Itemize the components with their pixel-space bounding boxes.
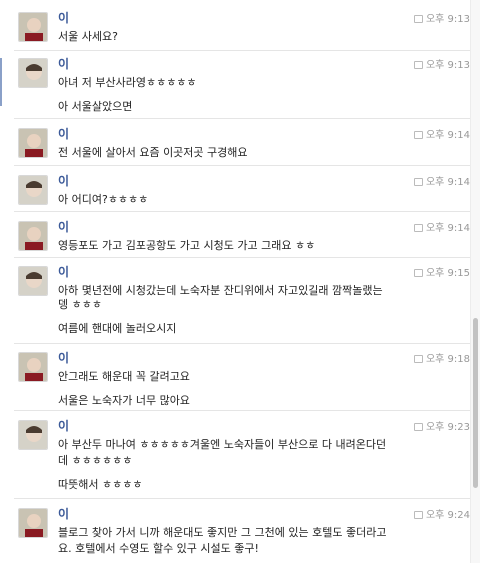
- message-text: 아하 몇년전에 시청갔는데 노숙자분 잔디위에서 자고있길래 깜짝놀랬는: [58, 284, 383, 297]
- checkbox-icon[interactable]: [413, 511, 423, 519]
- timestamp: 오후 9:14: [413, 219, 470, 234]
- scrollbar-thumb[interactable]: [473, 318, 478, 488]
- timestamp: 오후 9:23: [413, 418, 470, 433]
- divider: [14, 118, 470, 119]
- sender-name[interactable]: 이: [58, 125, 69, 142]
- checkbox-icon[interactable]: [413, 423, 423, 431]
- checkbox-icon[interactable]: [413, 224, 423, 232]
- timestamp: 오후 9:24: [413, 506, 470, 521]
- message-text: 서울 사세요?: [58, 30, 118, 43]
- divider: [14, 165, 470, 166]
- checkbox-icon[interactable]: [413, 269, 423, 277]
- message-text: 아녀 저 부산사라영ㅎㅎㅎㅎㅎ: [58, 76, 197, 89]
- message-text: 따뜻해서 ㅎㅎㅎㅎ: [58, 478, 143, 491]
- sender-name[interactable]: 이: [58, 172, 69, 189]
- avatar-photo-icon[interactable]: [18, 128, 48, 158]
- sender-name[interactable]: 이: [58, 349, 69, 366]
- message-text: 여름에 핸대에 놀러오시지: [58, 322, 177, 335]
- message-text: 안그래도 해운대 꼭 갈려고요: [58, 370, 190, 383]
- timestamp: 오후 9:15: [413, 264, 470, 279]
- message-text: 요. 호텔에서 수영도 할수 있구 시설도 좋구!: [58, 542, 259, 555]
- unread-marker: [0, 58, 2, 106]
- divider: [14, 50, 470, 51]
- timestamp: 오후 9:18: [413, 350, 470, 365]
- checkbox-icon[interactable]: [413, 178, 423, 186]
- divider: [14, 257, 470, 258]
- avatar-photo-icon[interactable]: [18, 58, 48, 88]
- checkbox-icon[interactable]: [413, 15, 423, 23]
- chat-log: 이 오후 9:13 서울 사세요? 이 오후 9:13 아녀 저 부산사라영ㅎㅎ…: [0, 0, 480, 563]
- divider: [14, 211, 470, 212]
- sender-name[interactable]: 이: [58, 263, 69, 280]
- message-text: 아 부산두 마나여 ㅎㅎㅎㅎㅎ겨울엔 노숙자들이 부산으로 다 내려온다던: [58, 438, 387, 451]
- timestamp: 오후 9:14: [413, 173, 470, 188]
- message-text: 아 어디여?ㅎㅎㅎㅎ: [58, 193, 149, 206]
- message-text: 데 ㅎㅎㅎㅎㅎㅎ: [58, 454, 133, 467]
- sender-name[interactable]: 이: [58, 505, 69, 522]
- avatar-photo-icon[interactable]: [18, 12, 48, 42]
- divider: [14, 498, 470, 499]
- checkbox-icon[interactable]: [413, 131, 423, 139]
- sender-name[interactable]: 이: [58, 55, 69, 72]
- timestamp: 오후 9:14: [413, 126, 470, 141]
- sender-name[interactable]: 이: [58, 9, 69, 26]
- divider: [14, 410, 470, 411]
- message-text: 뎅 ㅎㅎㅎ: [58, 298, 102, 311]
- checkbox-icon[interactable]: [413, 355, 423, 363]
- message-text: 블로그 찾아 가서 니까 해운대도 좋지만 그 그천에 있는 호텔도 좋더라고: [58, 526, 387, 539]
- sender-name[interactable]: 이: [58, 417, 69, 434]
- avatar-photo-icon[interactable]: [18, 266, 48, 296]
- checkbox-icon[interactable]: [413, 61, 423, 69]
- avatar-photo-icon[interactable]: [18, 508, 48, 538]
- divider: [14, 343, 470, 344]
- timestamp: 오후 9:13: [413, 56, 470, 71]
- avatar-photo-icon[interactable]: [18, 420, 48, 450]
- avatar-photo-icon[interactable]: [18, 221, 48, 251]
- message-text: 영등포도 가고 김포공항도 가고 시청도 가고 그래요 ㅎㅎ: [58, 239, 316, 252]
- timestamp: 오후 9:13: [413, 10, 470, 25]
- avatar-photo-icon[interactable]: [18, 352, 48, 382]
- message-text: 전 서울에 살아서 요즘 이곳저곳 구경해요: [58, 146, 248, 159]
- message-text: 서울은 노숙자가 너무 많아요: [58, 394, 190, 407]
- avatar-photo-icon[interactable]: [18, 175, 48, 205]
- message-text: 아 서울살았으면: [58, 100, 133, 113]
- scrollbar[interactable]: [470, 0, 480, 563]
- sender-name[interactable]: 이: [58, 218, 69, 235]
